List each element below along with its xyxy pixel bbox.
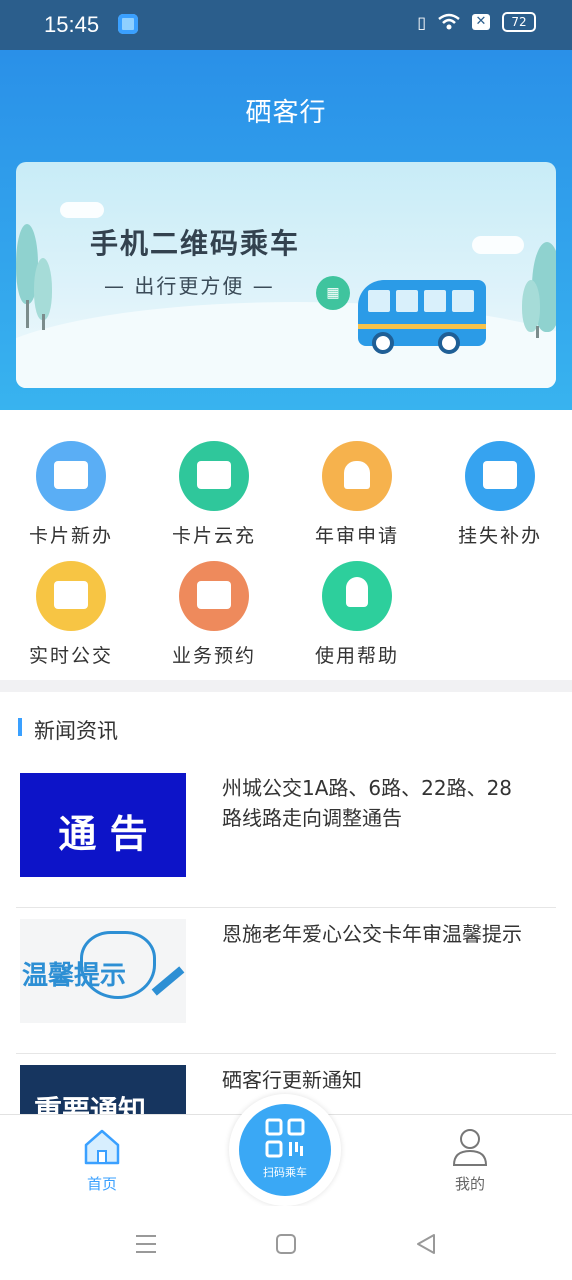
news-title: 恩施老年爱心公交卡年审温馨提示 (222, 922, 522, 946)
service-appointment[interactable]: 业务预约 (144, 561, 284, 668)
service-label: 卡片云充 (171, 525, 256, 547)
service-label: 业务预约 (171, 645, 256, 667)
service-label: 卡片新办 (28, 525, 113, 547)
system-nav-bar (0, 1206, 572, 1280)
tree-trunk (26, 300, 29, 328)
back-icon[interactable] (414, 1232, 438, 1256)
map-icon (36, 561, 106, 631)
app-notification-icon (118, 14, 138, 34)
service-annual-review[interactable]: 年审申请 (287, 441, 427, 548)
bus-stripe (358, 324, 486, 329)
service-card-new[interactable]: 卡片新办 (1, 441, 141, 548)
home-icon (84, 1129, 120, 1165)
promo-banner[interactable]: 手机二维码乘车 — 出行更方便 — ▦ (16, 162, 556, 388)
status-bar: 15:45 ▯ ✕ 72 (0, 0, 572, 50)
tab-home-label: 首页 (86, 1175, 117, 1193)
lightbulb-icon (322, 561, 392, 631)
bus-window (396, 290, 418, 312)
bus-wheel (372, 332, 394, 354)
wifi-icon (438, 13, 460, 30)
scan-ride-button[interactable]: 扫码乘车 (229, 1094, 341, 1206)
bus-window (452, 290, 474, 312)
thumb-text: 温馨提示 (22, 961, 127, 991)
stamp-icon (322, 441, 392, 511)
user-icon (452, 1129, 488, 1166)
news-thumbnail: 温馨提示 (20, 919, 186, 1023)
tab-home[interactable]: 首页 (62, 1125, 142, 1194)
pen-icon (151, 966, 185, 996)
news-item[interactable]: 温馨提示 恩施老年爱心公交卡年审温馨提示 (16, 913, 556, 1054)
scan-ride-inner: 扫码乘车 (239, 1104, 331, 1196)
bus-window (424, 290, 446, 312)
tree-trunk (536, 326, 539, 338)
status-time: 15:45 (44, 12, 100, 37)
section-divider (0, 680, 572, 692)
service-label: 使用帮助 (314, 645, 399, 667)
tree-decoration (522, 280, 540, 332)
service-label: 年审申请 (314, 525, 399, 547)
card-loss-icon (465, 441, 535, 511)
cloud-decoration (60, 202, 104, 218)
news-heading-label: 新闻资讯 (34, 719, 118, 743)
service-label: 挂失补办 (457, 525, 542, 547)
scan-ride-label: 扫码乘车 (263, 1166, 307, 1179)
bus-illustration (358, 280, 486, 354)
vibrate-icon: ▯ (417, 12, 426, 32)
service-grid: 卡片新办 卡片云充 年审申请 挂失补办 实时公交 业务预约 使用帮助 (0, 410, 572, 680)
news-title: 硒客行更新通知 (222, 1068, 362, 1092)
cloud-decoration (472, 236, 524, 254)
news-thumbnail: 通 告 (20, 773, 186, 877)
banner-headline: 手机二维码乘车 (90, 227, 301, 260)
service-label: 实时公交 (28, 645, 113, 667)
menu-icon[interactable] (134, 1232, 158, 1256)
thumb-text: 通 告 (58, 812, 148, 856)
bus-window (368, 290, 390, 312)
page-title: 硒客行 (245, 98, 327, 128)
bus-wheel (438, 332, 460, 354)
service-realtime-bus[interactable]: 实时公交 (1, 561, 141, 668)
banner-subline: — 出行更方便 — (104, 274, 275, 298)
sim-off-icon: ✕ (472, 14, 490, 30)
card-icon (36, 441, 106, 511)
qr-scan-icon (265, 1118, 305, 1158)
tree-trunk (42, 314, 45, 330)
battery-icon: 72 (502, 12, 536, 32)
card-recharge-icon (179, 441, 249, 511)
heading-accent (18, 718, 22, 736)
news-title: 州城公交1A路、6路、22路、28路线路走向调整通告 (222, 776, 513, 830)
calendar-icon (179, 561, 249, 631)
tab-mine[interactable]: 我的 (430, 1125, 510, 1194)
tab-mine-label: 我的 (454, 1175, 485, 1193)
news-item[interactable]: 通 告 州城公交1A路、6路、22路、28路线路走向调整通告 (16, 767, 556, 908)
qr-code-icon: ▦ (316, 276, 350, 310)
tree-decoration (34, 258, 52, 320)
status-icons: ▯ ✕ 72 (417, 12, 536, 32)
header: 硒客行 手机二维码乘车 — 出行更方便 — ▦ (0, 50, 572, 410)
home-square-icon[interactable] (274, 1232, 298, 1256)
service-card-recharge[interactable]: 卡片云充 (144, 441, 284, 548)
service-help[interactable]: 使用帮助 (287, 561, 427, 668)
service-card-loss[interactable]: 挂失补办 (430, 441, 570, 548)
